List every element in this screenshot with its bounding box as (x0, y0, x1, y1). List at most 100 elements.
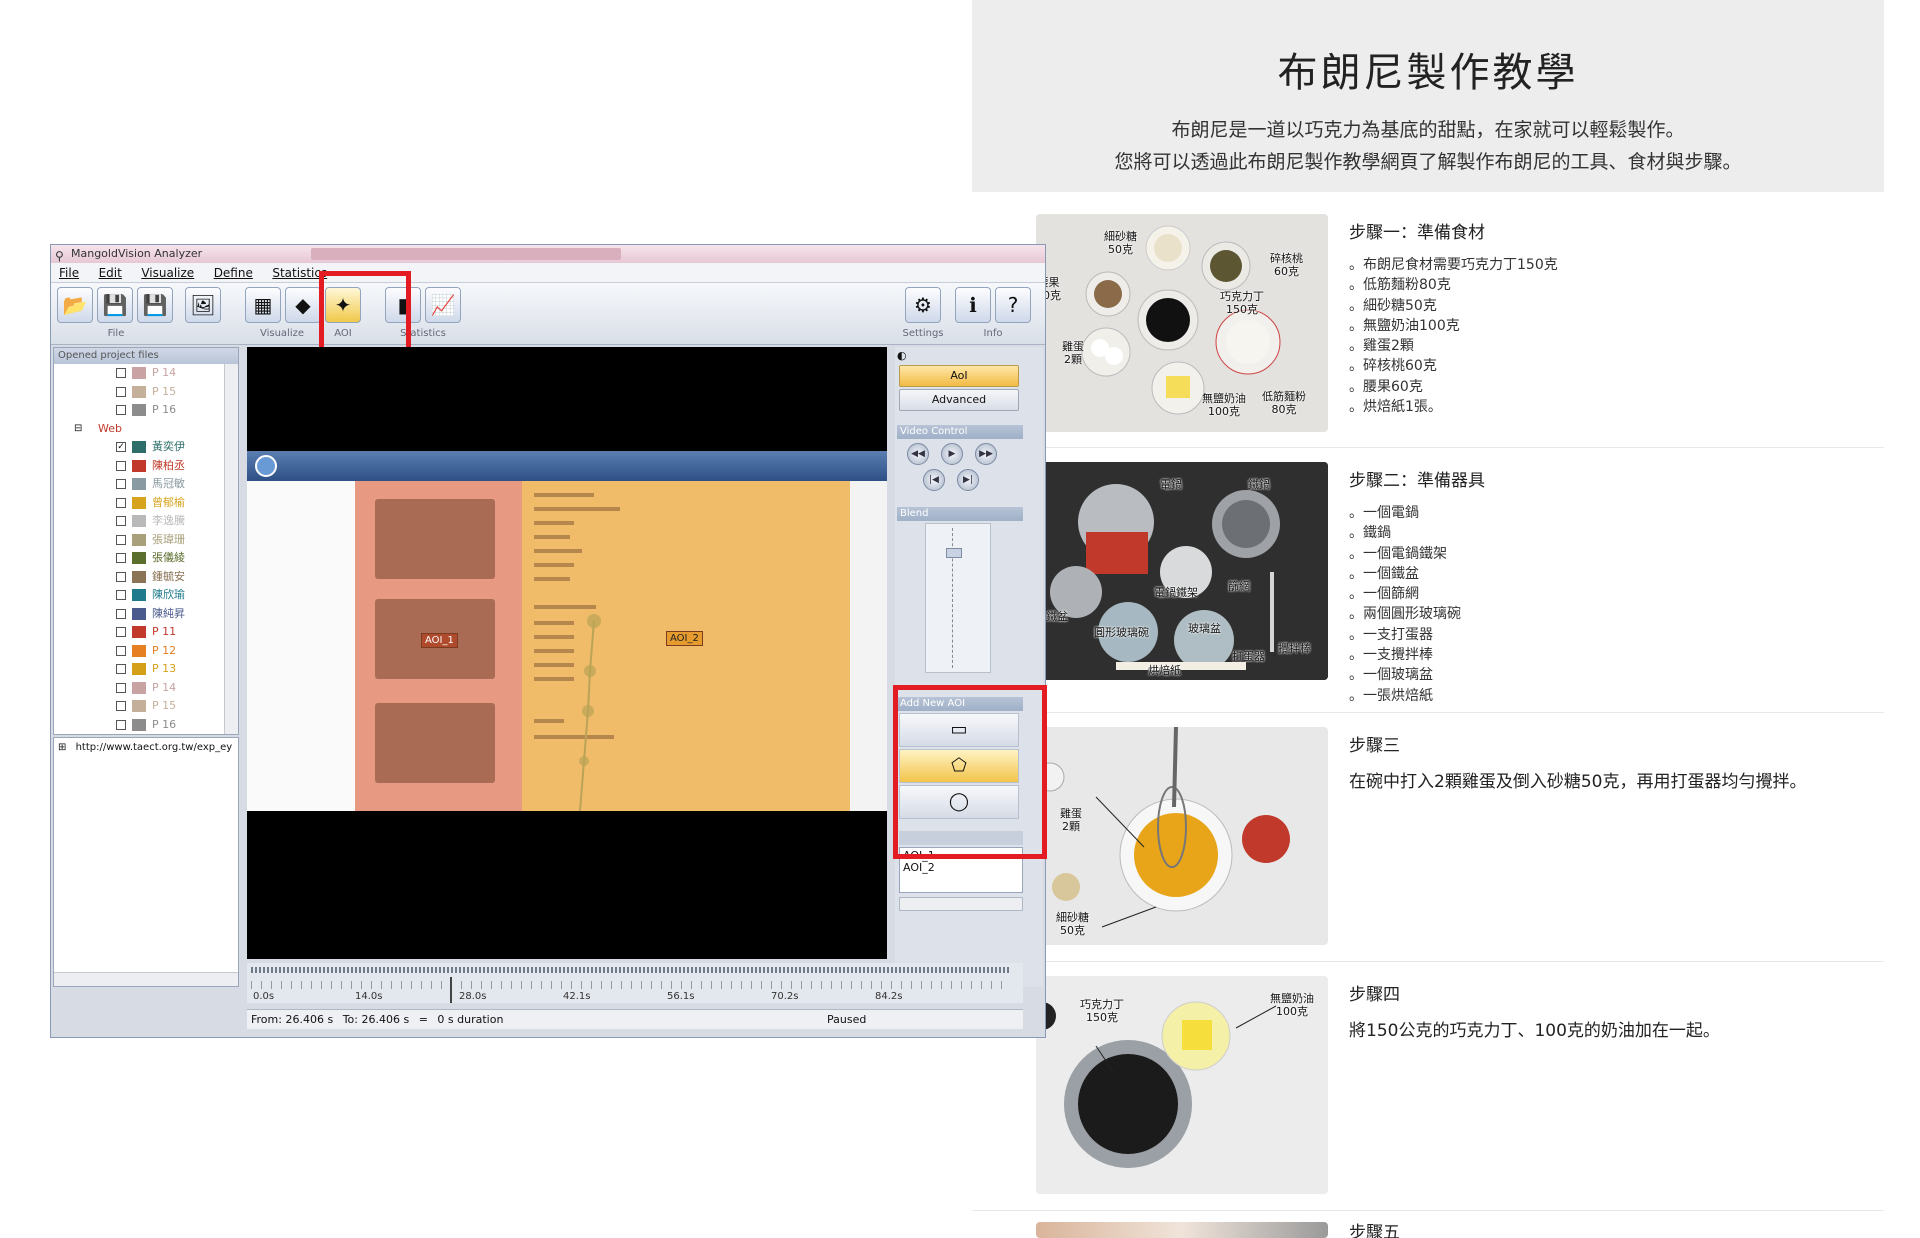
tree-checkbox[interactable] (116, 386, 126, 397)
color-swatch (132, 533, 146, 546)
tree-item-label: 陳柏丞 (152, 458, 185, 472)
tree-checkbox[interactable] (116, 534, 126, 545)
menu-edit[interactable]: Edit (91, 263, 130, 280)
tree-item[interactable]: 張瑋珊 (54, 531, 222, 549)
video-player[interactable]: AOI_1 AOI_2 (247, 347, 887, 959)
tree-item[interactable]: 李逸騰 (54, 512, 222, 530)
color-swatch (132, 570, 146, 583)
tree-item[interactable]: 曾郁榆 (54, 494, 222, 512)
tree-item[interactable]: P 15 (54, 383, 222, 401)
tree-checkbox[interactable] (116, 590, 126, 600)
menu-file[interactable]: File (51, 263, 87, 280)
tree-item-label: 陳欣瑜 (152, 588, 185, 601)
list-item: 。一個電鍋鐵架 (1349, 545, 1447, 562)
photo-label: 攪拌棒 (1278, 642, 1311, 655)
tree-item[interactable]: P 12 (54, 642, 222, 660)
tree-item[interactable]: P 13 (54, 660, 222, 678)
playhead[interactable] (450, 977, 452, 1003)
help-button[interactable]: ? (995, 287, 1031, 323)
tree-item[interactable]: P 11 (54, 623, 222, 641)
color-swatch (132, 441, 146, 453)
save-all-button[interactable]: 💾 (137, 287, 173, 323)
url-item[interactable]: ⊞ http://www.taect.org.tw/exp_ey (58, 742, 232, 753)
tree-checkbox[interactable] (116, 368, 126, 378)
open-folder-button[interactable]: 📂 (57, 287, 93, 323)
list-item: 。鐵鍋 (1349, 525, 1391, 542)
horizontal-scrollbar[interactable] (54, 972, 238, 986)
save-button[interactable]: 💾 (97, 287, 133, 323)
menu-define[interactable]: Define (206, 263, 261, 280)
list-item: 。一支打蛋器 (1349, 626, 1433, 643)
tree-checkbox[interactable] (116, 664, 126, 674)
timeline[interactable]: 0.0s 14.0s 28.0s 42.1s 56.1s 70.2s 84.2s (247, 963, 1023, 1003)
tree-item[interactable]: 陳純昇 (54, 605, 222, 623)
tree-checkbox[interactable] (116, 627, 126, 637)
info-button[interactable]: ℹ (955, 287, 991, 323)
fast-forward-button[interactable]: ▶▶ (975, 443, 997, 465)
timeline-track[interactable] (251, 967, 1011, 973)
tree-item[interactable]: P 16 (54, 401, 222, 419)
tree-checkbox[interactable] (116, 701, 126, 711)
tree-item[interactable]: ✓ 黃奕伊 (54, 438, 222, 456)
tree-checkbox[interactable] (116, 553, 126, 563)
tree-checkbox[interactable] (116, 682, 126, 693)
tree-group-web[interactable]: ⊟ Web (54, 420, 222, 438)
window-title: MangoldVision Analyzer (71, 247, 203, 260)
tree-item[interactable]: 陳欣瑜 (54, 586, 222, 604)
tree-checkbox[interactable] (116, 516, 126, 526)
step-1: 細砂糖 50克 碎核桃 60克 腰果 60克 巧克力丁 150克 雞蛋 2顆 無鹽奶油 10… (972, 214, 1884, 432)
rewind-button[interactable]: ◀◀ (907, 443, 929, 465)
tree-item[interactable]: 馬冠敏 (54, 475, 222, 493)
skip-forward-button[interactable]: ▶| (957, 469, 979, 491)
aoi-region-1[interactable]: AOI_1 (355, 481, 522, 811)
tree-checkbox[interactable] (116, 460, 126, 471)
tree-checkbox[interactable] (116, 719, 126, 730)
tree-checkbox[interactable] (116, 405, 126, 415)
grid-view-button[interactable]: ▦ (245, 287, 281, 323)
aoi-tag[interactable]: AOI_1 (421, 633, 458, 648)
settings-button[interactable]: ⚙ (905, 287, 941, 323)
statistics-graph-button[interactable]: 📈 (425, 287, 461, 323)
expand-icon[interactable]: ⊞ (58, 742, 66, 753)
ingredient-list: 。布朗尼食材需要巧克力丁150克 。低筋麵粉80克 。細砂糖50克 。無鹽奶油1… (1349, 255, 1869, 417)
aoi-list-item[interactable]: AOI_2 (903, 862, 1019, 874)
tree-checkbox[interactable] (116, 497, 126, 508)
tree-scrollbar[interactable] (224, 364, 238, 734)
list-item: 。雞蛋2顆 (1349, 338, 1414, 355)
tree-checkbox[interactable] (116, 479, 126, 489)
step-2-text: 步驟二：準備器具 。一個電鍋 。鐵鍋 。一個電鍋鐵架 。一個鐵盆 。一個篩網 。… (1349, 466, 1869, 706)
slider-handle[interactable] (946, 548, 962, 558)
tree-item-label: 陳純昇 (152, 606, 185, 620)
tree-item[interactable]: 鍾毓安 (54, 568, 222, 586)
skip-back-icon: |◀ (929, 475, 939, 485)
tree-item[interactable]: P 14 (54, 679, 222, 697)
advanced-button[interactable]: Advanced (899, 389, 1019, 411)
visualize-button[interactable]: 🖼 (185, 287, 221, 323)
tree-checkbox[interactable] (116, 571, 126, 582)
layer-button[interactable]: ◆ (285, 287, 321, 323)
tree-checkbox[interactable] (116, 608, 126, 619)
menu-visualize[interactable]: Visualize (133, 263, 202, 280)
tree-checkbox[interactable]: ✓ (116, 442, 126, 452)
list-item: 。兩個圓形玻璃碗 (1349, 606, 1461, 623)
skip-back-button[interactable]: |◀ (923, 469, 945, 491)
tree-checkbox[interactable] (116, 645, 126, 656)
step-3-photo: 雞蛋 2顆 細砂糖 50克 (1036, 727, 1328, 945)
color-swatch (132, 607, 146, 620)
aoi-mode-button[interactable]: AoI (899, 365, 1019, 387)
tree-item[interactable]: P 14 (54, 364, 222, 382)
timeline-ruler (251, 981, 1011, 989)
step-2: 電鍋 鐵鍋 電鍋鐵架 篩網 鐵盆 圓形玻璃碗 玻璃盆 攪拌棒 打蛋器 烘焙紙 步… (972, 462, 1884, 704)
blend-slider[interactable] (925, 523, 991, 673)
tree-item[interactable]: 張儀綾 (54, 549, 222, 567)
window-titlebar[interactable]: ⚲ MangoldVision Analyzer (51, 245, 1045, 263)
tree-item[interactable]: P 15 (54, 697, 222, 715)
tree-item[interactable]: 陳柏丞 (54, 457, 222, 475)
collapse-icon[interactable]: ⊟ (74, 420, 82, 438)
tree-item[interactable]: P 16 (54, 716, 222, 734)
panel-toggle-icon[interactable]: ◐ (897, 349, 907, 362)
list-scrollbar[interactable] (899, 897, 1023, 911)
aoi-tag[interactable]: AOI_2 (666, 631, 703, 646)
aoi-region-2[interactable]: AOI_2 (522, 481, 850, 811)
play-button[interactable]: ▶ (941, 443, 963, 465)
